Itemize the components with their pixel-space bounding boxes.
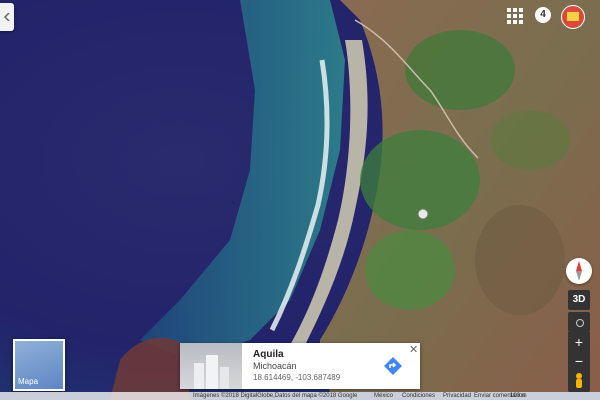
close-icon[interactable]: ✕ bbox=[409, 345, 418, 356]
pegman-icon[interactable] bbox=[568, 370, 590, 392]
apps-grid-icon[interactable] bbox=[507, 8, 523, 24]
place-title: Aquila bbox=[253, 349, 284, 360]
collapse-panel-button[interactable] bbox=[0, 3, 14, 31]
tilt-3d-button[interactable]: 3D bbox=[568, 290, 590, 310]
forest-patch bbox=[490, 110, 570, 170]
forest-patch bbox=[405, 30, 515, 110]
account-avatar-icon[interactable] bbox=[561, 5, 585, 29]
place-region: Michoacán bbox=[253, 361, 297, 371]
zoom-in-button[interactable]: + bbox=[568, 332, 590, 352]
map-footer: Imágenes ©2018 DigitalGlobe,Datos del ma… bbox=[0, 392, 600, 400]
zoom-out-button[interactable]: − bbox=[568, 352, 590, 372]
compass-icon[interactable] bbox=[566, 258, 592, 284]
forest-patch bbox=[475, 205, 565, 315]
directions-icon[interactable] bbox=[383, 356, 403, 381]
map-type-toggle[interactable]: Mapa bbox=[13, 339, 65, 391]
country-link[interactable]: México bbox=[374, 392, 393, 400]
place-marker-icon[interactable] bbox=[417, 208, 429, 220]
place-thumbnail[interactable] bbox=[180, 343, 242, 389]
notifications-badge[interactable]: 4 bbox=[535, 7, 551, 23]
map-type-label: Mapa bbox=[18, 377, 39, 386]
imagery-attribution: Imágenes ©2018 DigitalGlobe,Datos del ma… bbox=[193, 393, 358, 399]
terms-link[interactable]: Condiciones bbox=[402, 392, 435, 400]
privacy-link[interactable]: Privacidad bbox=[443, 392, 471, 400]
forest-patch bbox=[365, 230, 455, 310]
place-coordinates: 18.614469, -103.687489 bbox=[253, 373, 341, 382]
scale-label: 100 m bbox=[510, 393, 527, 399]
chevron-left-icon bbox=[4, 13, 10, 21]
my-location-icon[interactable] bbox=[568, 312, 590, 332]
satellite-map[interactable] bbox=[0, 0, 600, 400]
